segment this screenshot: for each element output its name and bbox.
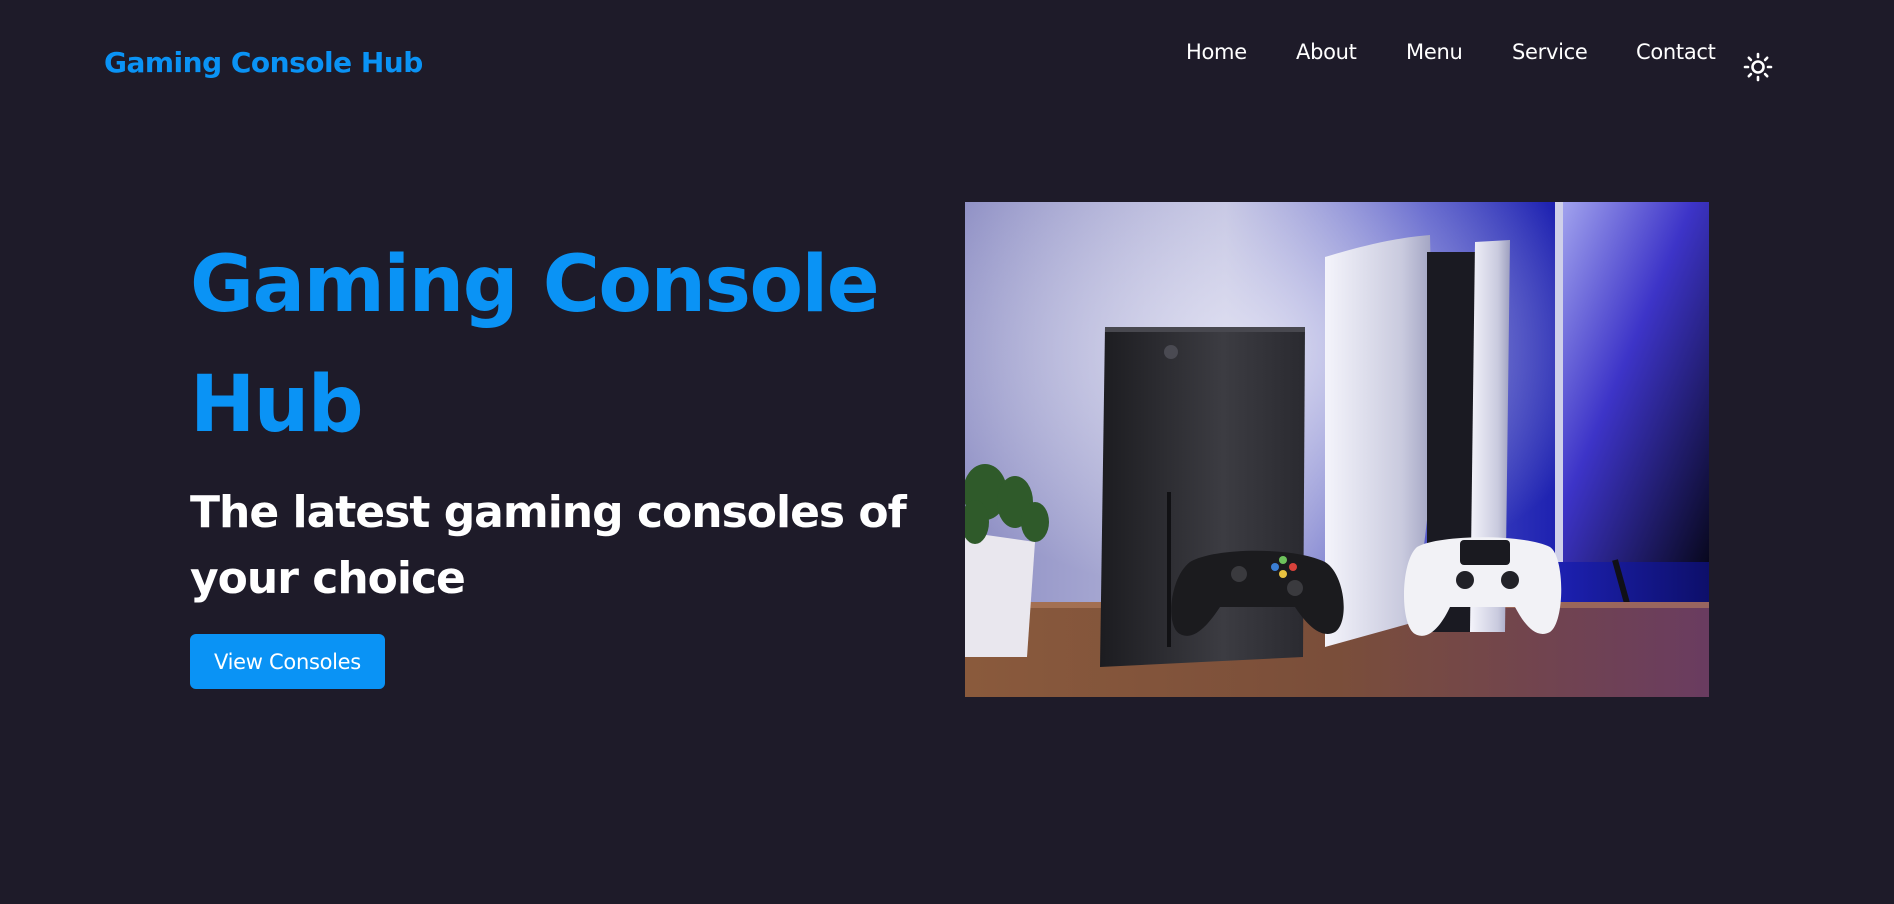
console-photo-illustration	[965, 202, 1709, 697]
sun-icon	[1743, 52, 1773, 82]
nav-contact[interactable]: Contact	[1636, 40, 1716, 64]
hero-title: Gaming Console Hub	[190, 240, 880, 450]
logo-link[interactable]: Gaming Console Hub	[104, 46, 423, 79]
nav-about[interactable]: About	[1296, 40, 1357, 64]
page: Gaming Console Hub Home About Menu Servi…	[0, 0, 1894, 904]
theme-toggle-button[interactable]	[1743, 52, 1773, 82]
view-consoles-button[interactable]: View Consoles	[190, 634, 385, 689]
nav-home[interactable]: Home	[1186, 40, 1247, 64]
nav-menu[interactable]: Menu	[1406, 40, 1463, 64]
console-photo	[965, 202, 1709, 697]
nav-service[interactable]: Service	[1512, 40, 1588, 64]
hero-subtitle: The latest gaming consoles of your choic…	[190, 487, 907, 604]
